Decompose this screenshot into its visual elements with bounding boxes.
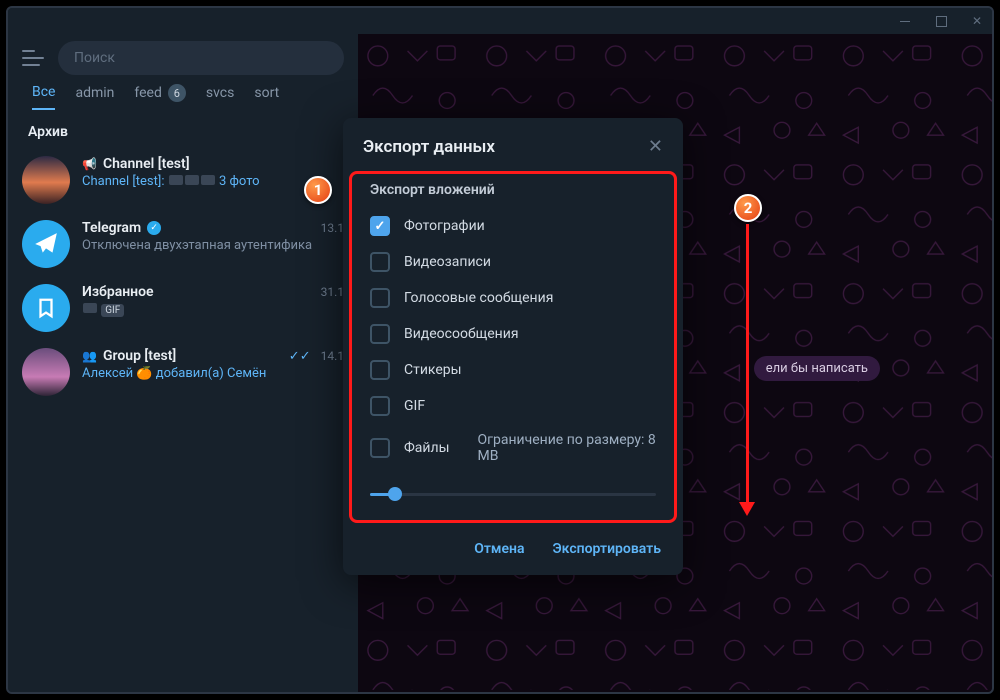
checkbox-icon[interactable] [370,216,390,236]
annotation-arrow-head-icon [739,502,755,516]
checkbox-icon[interactable] [370,252,390,272]
dialog-body: Экспорт вложений Фотографии Видеозаписи … [349,171,677,523]
checkbox-icon[interactable] [370,288,390,308]
bookmark-icon [35,297,57,319]
tab-svcs[interactable]: svcs [206,84,234,110]
avatar [22,284,70,332]
chat-title: Channel [test] [103,156,190,172]
telegram-plane-icon [33,231,59,257]
sidebar-topbar: Поиск [8,34,358,82]
chat-title: Избранное [82,284,154,300]
tab-feed-badge: 6 [168,84,186,102]
hamburger-menu-icon[interactable] [22,50,44,66]
export-button[interactable]: Экспортировать [553,541,661,557]
chat-title: Group [test] [103,348,176,364]
chat-item[interactable]: 📢 Channel [test] Channel [test]: 3 фото [8,148,358,212]
option-voice[interactable]: Голосовые сообщения [366,280,660,316]
annotation-badge-2: 2 [734,194,762,222]
app-window: ✕ Поиск Все admin feed6 svcs sort Архив … [6,6,994,694]
chat-time: 14.1 [321,349,344,363]
search-input[interactable]: Поиск [58,41,344,75]
chat-title: Telegram [82,220,141,236]
chat-preview: GIF [82,302,344,317]
tab-all[interactable]: Все [32,84,55,110]
chat-time: 13.1 [321,221,344,235]
window-close-icon[interactable]: ✕ [970,14,984,28]
annotation-arrow [746,224,749,504]
folder-tabs: Все admin feed6 svcs sort [8,82,358,110]
tab-admin[interactable]: admin [75,84,114,110]
option-videomsg[interactable]: Видеосообщения [366,316,660,352]
read-checks-icon: ✓✓ [289,349,311,364]
channel-icon: 📢 [82,157,97,171]
cancel-button[interactable]: Отмена [474,541,524,557]
size-slider[interactable] [370,482,656,506]
chat-item[interactable]: Telegram 13.1 Отключена двухэтапная ауте… [8,212,358,276]
chat-time: 31.1 [321,285,344,299]
option-videos[interactable]: Видеозаписи [366,244,660,280]
checkbox-icon[interactable] [370,396,390,416]
export-dialog: Экспорт данных ✕ Экспорт вложений Фотогр… [343,118,683,575]
tab-sort[interactable]: sort [254,84,279,110]
tab-feed[interactable]: feed6 [134,84,185,110]
titlebar: ✕ [8,8,992,34]
chat-item[interactable]: Избранное 31.1 GIF [8,276,358,340]
slider-thumb-icon[interactable] [388,487,402,501]
window-maximize-icon[interactable] [934,14,948,28]
dialog-section-label: Экспорт вложений [366,178,660,208]
group-icon: 👥 [82,349,97,363]
avatar [22,220,70,268]
chat-preview: Отключена двухэтапная аутентифика [82,238,344,253]
option-stickers[interactable]: Стикеры [366,352,660,388]
empty-chat-hint: ели бы написать [754,356,880,381]
checkbox-icon[interactable] [370,438,390,458]
verified-icon [147,221,161,235]
dialog-title: Экспорт данных [363,137,495,157]
avatar [22,156,70,204]
sidebar: Поиск Все admin feed6 svcs sort Архив 📢 … [8,34,358,692]
archive-label[interactable]: Архив [8,110,358,148]
option-gif[interactable]: GIF [366,388,660,424]
window-minimize-icon[interactable] [898,14,912,28]
dialog-close-icon[interactable]: ✕ [648,136,663,157]
checkbox-icon[interactable] [370,324,390,344]
annotation-badge-1: 1 [304,176,332,204]
size-limit-label: Ограничение по размеру: 8 MB [477,432,656,464]
avatar [22,348,70,396]
chat-item[interactable]: 👥 Group [test] ✓✓ 14.1 Алексей 🍊 добавил… [8,340,358,404]
chat-preview: Алексей 🍊 добавил(а) Семён [82,366,344,381]
option-files[interactable]: ФайлыОграничение по размеру: 8 MB [366,424,660,472]
gif-badge: GIF [101,304,124,317]
option-photos[interactable]: Фотографии [366,208,660,244]
checkbox-icon[interactable] [370,360,390,380]
